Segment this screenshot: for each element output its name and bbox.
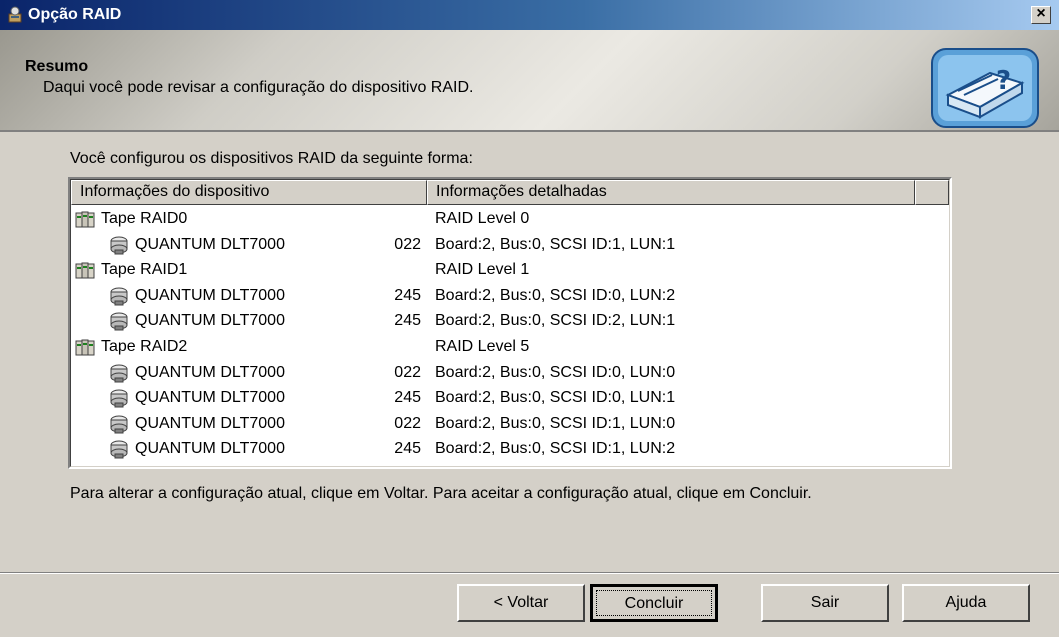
device-number: 022 <box>394 235 421 253</box>
device-name: QUANTUM DLT7000 <box>135 414 285 432</box>
tape-drive-icon <box>109 235 129 255</box>
back-button[interactable]: < Voltar <box>457 584 585 622</box>
device-number: 245 <box>394 286 421 304</box>
device-detail: Board:2, Bus:0, SCSI ID:1, LUN:1 <box>435 235 676 253</box>
column-header-device-info[interactable]: Informações do dispositivo <box>71 180 427 205</box>
drive-row[interactable]: QUANTUM DLT7000 022 Board:2, Bus:0, SCSI I… <box>71 232 951 257</box>
window-title: Opção RAID <box>28 6 122 23</box>
raid-group-row[interactable]: Tape RAID2 RAID Level 5 <box>71 334 951 359</box>
device-detail: Board:2, Bus:0, SCSI ID:2, LUN:1 <box>435 312 676 330</box>
raid-group-row[interactable]: Tape RAID1 RAID Level 1 <box>71 257 951 282</box>
drive-row[interactable]: QUANTUM DLT7000 245 Board:2, Bus:0, SCSI I… <box>71 436 951 461</box>
device-name: QUANTUM DLT7000 <box>135 286 285 304</box>
column-header-empty <box>915 180 949 205</box>
device-number: 022 <box>394 363 421 381</box>
device-name: QUANTUM DLT7000 <box>135 389 285 407</box>
exit-button[interactable]: Sair <box>761 584 889 622</box>
device-detail: Board:2, Bus:0, SCSI ID:0, LUN:0 <box>435 363 676 381</box>
device-name: QUANTUM DLT7000 <box>135 440 285 458</box>
device-number: 245 <box>394 389 421 407</box>
device-name: QUANTUM DLT7000 <box>135 312 285 330</box>
raid-group-icon <box>75 209 95 229</box>
device-detail: RAID Level 1 <box>435 261 530 279</box>
drive-row[interactable]: QUANTUM DLT7000 245 Board:2, Bus:0, SCSI I… <box>71 385 951 410</box>
device-detail: Board:2, Bus:0, SCSI ID:1, LUN:2 <box>435 440 676 458</box>
device-detail: Board:2, Bus:0, SCSI ID:0, LUN:1 <box>435 389 676 407</box>
device-name: Tape RAID1 <box>101 261 188 279</box>
page-title: Resumo <box>25 58 89 75</box>
svg-text:?: ? <box>996 66 1011 96</box>
tape-drive-icon <box>109 414 129 434</box>
app-icon <box>8 6 22 23</box>
finish-button[interactable]: Concluir <box>590 584 718 622</box>
raid-device-icon: ? <box>931 48 1039 128</box>
tape-drive-icon <box>109 311 129 331</box>
device-detail: Board:2, Bus:0, SCSI ID:0, LUN:2 <box>435 286 676 304</box>
drive-row[interactable]: QUANTUM DLT7000 245 Board:2, Bus:0, SCSI I… <box>71 308 951 333</box>
device-name: Tape RAID0 <box>101 210 188 227</box>
device-detail: Board:2, Bus:0, SCSI ID:1, LUN:0 <box>435 414 676 432</box>
tape-drive-icon <box>109 388 129 408</box>
drive-row[interactable]: QUANTUM DLT7000 022 Board:2, Bus:0, SCSI I… <box>71 411 951 436</box>
device-name: QUANTUM DLT7000 <box>135 363 285 381</box>
close-button[interactable]: × <box>1031 6 1051 24</box>
exit-button-label: Sair <box>810 594 840 611</box>
column-header-detail-info[interactable]: Informações detalhadas <box>427 180 915 205</box>
device-number: 245 <box>394 440 421 458</box>
device-detail: RAID Level 0 <box>435 210 530 227</box>
drive-row[interactable]: QUANTUM DLT7000 022 Board:2, Bus:0, SCSI I… <box>71 360 951 385</box>
back-button-label: < Voltar <box>493 594 549 611</box>
tape-drive-icon <box>109 439 129 459</box>
help-button[interactable]: Ajuda <box>902 584 1030 622</box>
separator <box>0 572 1059 574</box>
title-bar: Opção RAID × <box>0 0 1059 30</box>
device-list[interactable]: Informações do dispositivo Informações d… <box>68 177 952 469</box>
raid-group-icon <box>75 337 95 357</box>
device-name: Tape RAID2 <box>101 338 188 355</box>
footer-instructions: Para alterar a configuração atual, cliqu… <box>70 485 812 502</box>
page-subtitle: Daqui você pode revisar a configuração d… <box>43 79 474 96</box>
device-detail: RAID Level 5 <box>435 338 530 355</box>
device-name: QUANTUM DLT7000 <box>135 235 285 253</box>
raid-group-row[interactable]: Tape RAID0 RAID Level 0 <box>71 206 951 231</box>
finish-button-label: Concluir <box>624 595 684 612</box>
help-button-label: Ajuda <box>945 594 987 611</box>
tape-drive-icon <box>109 286 129 306</box>
raid-group-icon <box>75 260 95 280</box>
tape-drive-icon <box>109 363 129 383</box>
device-number: 245 <box>394 312 421 330</box>
drive-row[interactable]: QUANTUM DLT7000 245 Board:2, Bus:0, SCSI I… <box>71 283 951 308</box>
intro-text: Você configurou os dispositivos RAID da … <box>70 150 473 167</box>
wizard-header: Resumo Daqui você pode revisar a configu… <box>0 30 1059 132</box>
device-number: 022 <box>394 414 421 432</box>
